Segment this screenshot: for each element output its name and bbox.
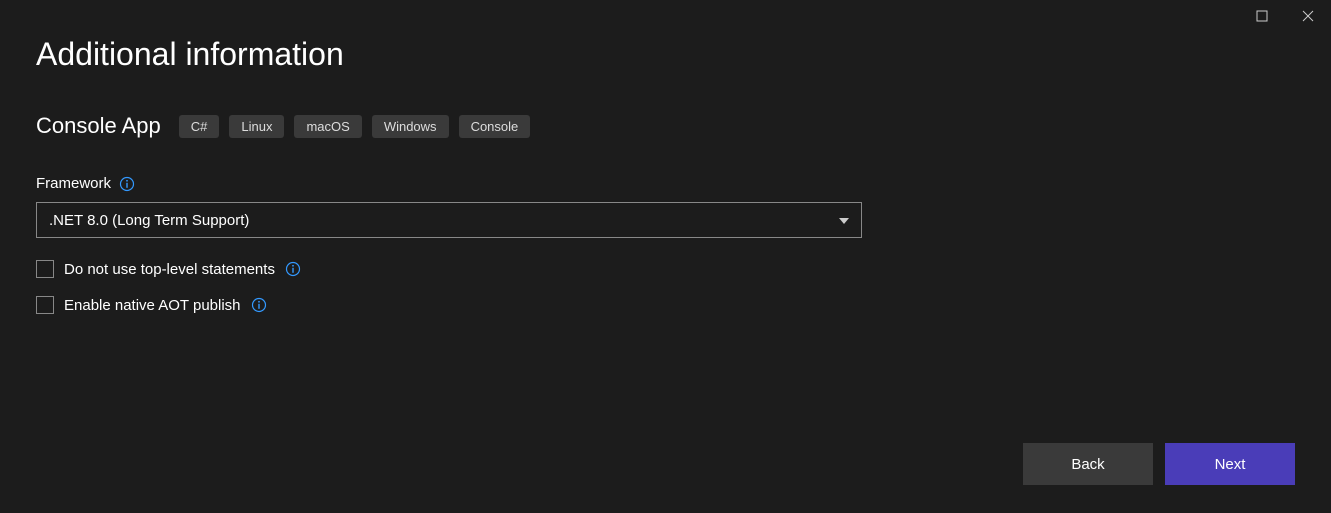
project-type-label: Console App <box>36 113 161 139</box>
framework-label: Framework <box>36 175 111 192</box>
checkbox-top-level-statements[interactable] <box>36 260 54 278</box>
info-icon[interactable] <box>119 176 135 192</box>
checkbox-label-top-level: Do not use top-level statements <box>64 261 275 278</box>
framework-selected: .NET 8.0 (Long Term Support) <box>49 212 249 229</box>
maximize-button[interactable] <box>1239 0 1285 32</box>
next-button[interactable]: Next <box>1165 443 1295 485</box>
page-title: Additional information <box>36 36 1295 73</box>
tag-csharp: C# <box>179 115 220 138</box>
tag-list: C# Linux macOS Windows Console <box>179 115 531 138</box>
framework-dropdown[interactable]: .NET 8.0 (Long Term Support) <box>36 202 862 238</box>
back-button[interactable]: Back <box>1023 443 1153 485</box>
tag-macos: macOS <box>294 115 361 138</box>
tag-windows: Windows <box>372 115 449 138</box>
close-button[interactable] <box>1285 0 1331 32</box>
info-icon[interactable] <box>251 297 267 313</box>
chevron-down-icon <box>839 211 849 229</box>
info-icon[interactable] <box>285 261 301 277</box>
tag-console: Console <box>459 115 531 138</box>
checkbox-label-aot: Enable native AOT publish <box>64 297 241 314</box>
checkbox-aot-publish[interactable] <box>36 296 54 314</box>
tag-linux: Linux <box>229 115 284 138</box>
